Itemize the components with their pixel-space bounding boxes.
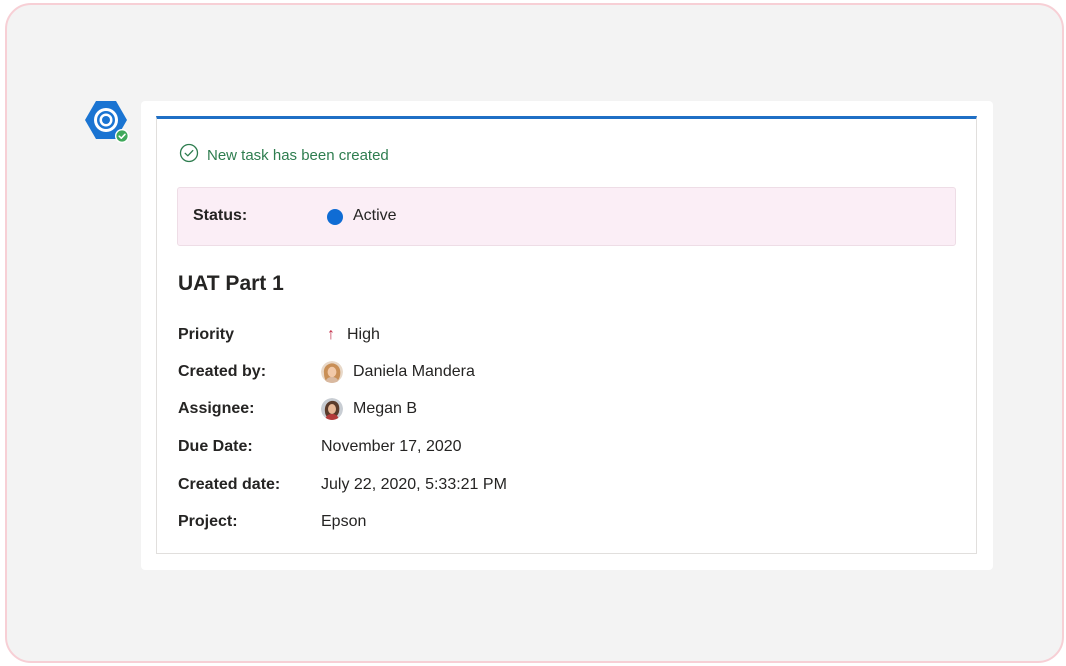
created-date-row: Created date: July 22, 2020, 5:33:21 PM [178,473,507,497]
status-value: Active [353,207,397,224]
priority-value: High [347,326,380,343]
status-dot-icon [327,209,343,225]
created-date-value: July 22, 2020, 5:33:21 PM [321,476,507,493]
notification-text: New task has been created [207,146,389,164]
created-date-label: Created date: [178,476,281,493]
task-title: UAT Part 1 [178,272,284,295]
due-date-row: Due Date: November 17, 2020 [178,435,462,459]
task-card: New task has been created Status: Active… [156,116,977,554]
project-label: Project: [178,513,238,530]
due-date-label: Due Date: [178,438,253,455]
task-created-notification: New task has been created [179,143,389,167]
check-circle-icon [179,143,207,167]
avatar [321,398,343,420]
assignee-row: Assignee: Megan B [178,397,417,421]
priority-label: Priority [178,326,235,343]
created-by-value: Daniela Mandera [353,363,475,380]
created-by-row: Created by: Daniela Mandera [178,360,475,384]
app-logo-icon [84,99,134,147]
created-by-label: Created by: [178,363,267,380]
arrow-up-icon: ↑ [327,326,335,343]
project-value: Epson [321,513,367,530]
status-bar: Status: Active [177,187,956,246]
avatar [321,361,343,383]
due-date-value: November 17, 2020 [321,438,462,455]
priority-row: Priority ↑ High [178,323,380,347]
assignee-value: Megan B [353,400,418,417]
assignee-label: Assignee: [178,400,255,417]
project-row: Project: Epson [178,510,366,534]
status-label: Status: [193,207,248,224]
